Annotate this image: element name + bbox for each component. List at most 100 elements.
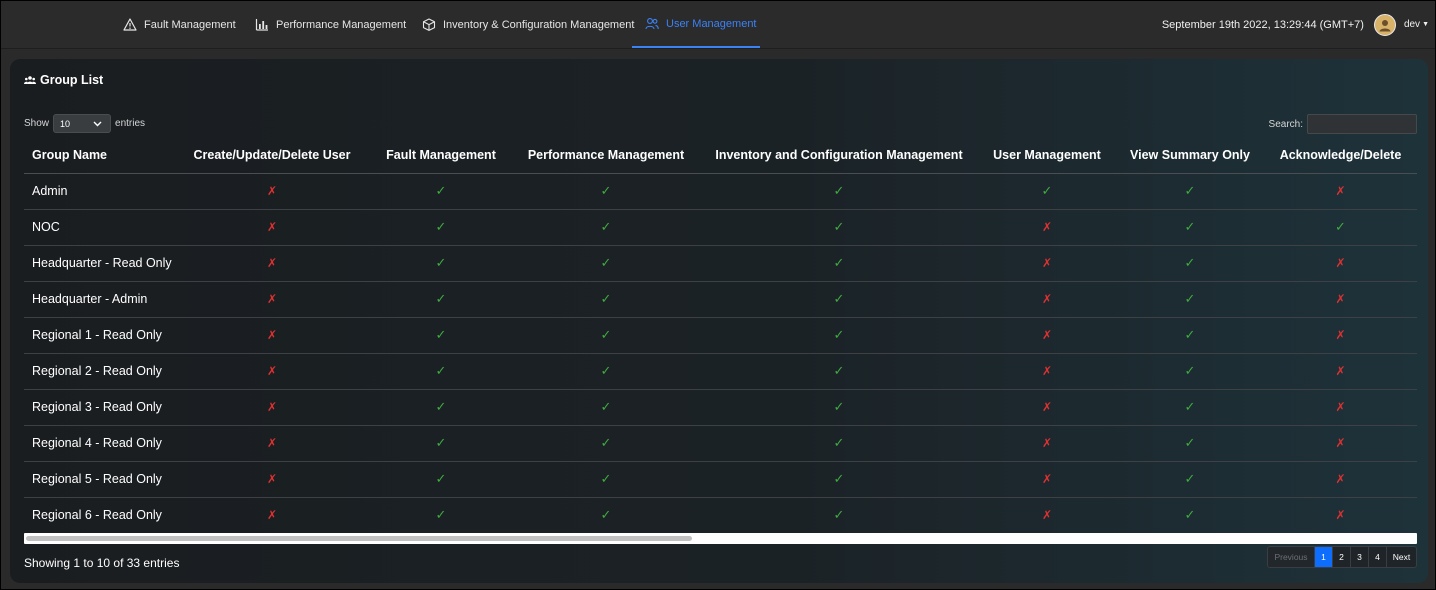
permission-cell: ✓ — [512, 497, 700, 534]
permission-cell: ✓ — [700, 245, 978, 282]
column-header[interactable]: View Summary Only — [1116, 137, 1264, 174]
permission-cell: ✓ — [700, 353, 978, 390]
permission-cell: ✗ — [174, 317, 370, 354]
permission-cell: ✗ — [978, 317, 1116, 354]
cross-icon: ✗ — [1041, 472, 1053, 486]
column-header[interactable]: Group Name — [24, 137, 174, 174]
group-name-cell: Admin — [24, 173, 174, 210]
nav-fault-management[interactable]: Fault Management — [123, 1, 236, 48]
table-row: Regional 6 - Read Only ✗ ✓ ✓ ✓ ✗ ✓ ✗ — [24, 497, 1417, 534]
entries-per-page-select[interactable]: 10 — [53, 114, 112, 133]
permission-cell: ✓ — [370, 425, 512, 462]
datetime-display: September 19th 2022, 13:29:44 (GMT+7) — [1161, 18, 1364, 31]
chevron-down-icon: ▼ — [1422, 21, 1429, 28]
permission-cell: ✓ — [1116, 209, 1264, 246]
avatar[interactable] — [1373, 13, 1396, 36]
permission-cell: ✓ — [512, 173, 700, 210]
permission-cell: ✗ — [1264, 353, 1417, 390]
checkmark-icon: ✓ — [833, 363, 845, 378]
group-name-cell: Regional 2 - Read Only — [24, 353, 174, 390]
column-header[interactable]: Fault Management — [370, 137, 512, 174]
checkmark-icon: ✓ — [600, 255, 612, 270]
topbar-right: September 19th 2022, 13:29:44 (GMT+7) de… — [1162, 1, 1429, 48]
permission-cell: ✓ — [700, 497, 978, 534]
permission-cell: ✗ — [174, 461, 370, 498]
group-name-cell: Regional 4 - Read Only — [24, 425, 174, 462]
permission-cell: ✓ — [512, 353, 700, 390]
checkmark-icon: ✓ — [435, 327, 447, 342]
user-menu-dropdown[interactable]: dev ▼ — [1404, 19, 1429, 30]
pagination-previous-button[interactable]: Previous — [1268, 547, 1314, 567]
checkmark-icon: ✓ — [1184, 471, 1196, 486]
nav-user-management[interactable]: User Management — [632, 1, 760, 48]
nav-inventory-configuration[interactable]: Inventory & Configuration Management — [422, 1, 634, 48]
entries-value: 10 — [60, 118, 71, 129]
group-name-cell: Regional 5 - Read Only — [24, 461, 174, 498]
checkmark-icon: ✓ — [600, 399, 612, 414]
permission-cell: ✗ — [978, 245, 1116, 282]
table-row: Admin ✗ ✓ ✓ ✓ ✓ ✓ ✗ — [24, 173, 1417, 210]
cross-icon: ✗ — [266, 436, 278, 450]
permission-cell: ✗ — [174, 245, 370, 282]
checkmark-icon: ✓ — [1184, 435, 1196, 450]
permission-cell: ✓ — [700, 389, 978, 426]
panel-title: Group List — [24, 73, 103, 87]
cross-icon: ✗ — [1335, 328, 1346, 342]
permission-cell: ✓ — [512, 389, 700, 426]
permission-cell: ✗ — [978, 389, 1116, 426]
checkmark-icon: ✓ — [435, 435, 447, 450]
checkmark-icon: ✓ — [833, 507, 845, 522]
permission-cell: ✗ — [1264, 245, 1417, 282]
column-header[interactable]: Inventory and Configuration Management — [700, 137, 978, 174]
column-header[interactable]: Acknowledge/Delete — [1264, 137, 1417, 174]
horizontal-scrollbar[interactable] — [24, 533, 1417, 544]
cross-icon: ✗ — [1041, 364, 1053, 378]
checkmark-icon: ✓ — [435, 219, 447, 234]
permission-cell: ✓ — [512, 317, 700, 354]
search-input[interactable] — [1307, 114, 1417, 134]
permission-cell: ✓ — [1116, 353, 1264, 390]
checkmark-icon: ✓ — [1041, 183, 1053, 198]
cross-icon: ✗ — [1335, 400, 1346, 414]
pagination-next-button[interactable]: Next — [1386, 547, 1416, 567]
app-window: Fault Management Performance Management … — [0, 0, 1436, 590]
permission-cell: ✓ — [370, 461, 512, 498]
checkmark-icon: ✓ — [1184, 507, 1196, 522]
permission-cell: ✗ — [174, 389, 370, 426]
checkmark-icon: ✓ — [435, 255, 447, 270]
checkmark-icon: ✓ — [1184, 255, 1196, 270]
group-name-cell: Regional 3 - Read Only — [24, 389, 174, 426]
checkmark-icon: ✓ — [435, 399, 447, 414]
permission-cell: ✓ — [978, 173, 1116, 210]
search-label: Search: — [1268, 118, 1303, 130]
pagination-page-button[interactable]: 3 — [1350, 547, 1368, 567]
cross-icon: ✗ — [1041, 220, 1053, 234]
column-header[interactable]: Performance Management — [512, 137, 700, 174]
cross-icon: ✗ — [266, 400, 278, 414]
permission-cell: ✓ — [370, 209, 512, 246]
checkmark-icon: ✓ — [435, 507, 447, 522]
nav-label: Fault Management — [144, 18, 236, 31]
users-icon — [645, 18, 659, 30]
checkmark-icon: ✓ — [833, 435, 845, 450]
nav-performance-management[interactable]: Performance Management — [255, 1, 406, 48]
permission-cell: ✗ — [1264, 497, 1417, 534]
checkmark-icon: ✓ — [833, 327, 845, 342]
group-name-cell: Regional 6 - Read Only — [24, 497, 174, 534]
cross-icon: ✗ — [1041, 328, 1053, 342]
cross-icon: ✗ — [1335, 256, 1346, 270]
checkmark-icon: ✓ — [1184, 219, 1196, 234]
pagination-page-button[interactable]: 4 — [1368, 547, 1386, 567]
checkmark-icon: ✓ — [600, 327, 612, 342]
pagination-page-button[interactable]: 2 — [1332, 547, 1350, 567]
pagination-page-button[interactable]: 1 — [1314, 547, 1332, 567]
permission-cell: ✓ — [1116, 497, 1264, 534]
entries-label: entries — [115, 118, 146, 129]
checkmark-icon: ✓ — [833, 399, 845, 414]
scrollbar-thumb[interactable] — [26, 536, 692, 541]
column-header[interactable]: User Management — [978, 137, 1116, 174]
permission-cell: ✓ — [512, 461, 700, 498]
checkmark-icon: ✓ — [833, 291, 845, 306]
username: dev — [1403, 19, 1421, 30]
column-header[interactable]: Create/Update/Delete User — [174, 137, 370, 174]
